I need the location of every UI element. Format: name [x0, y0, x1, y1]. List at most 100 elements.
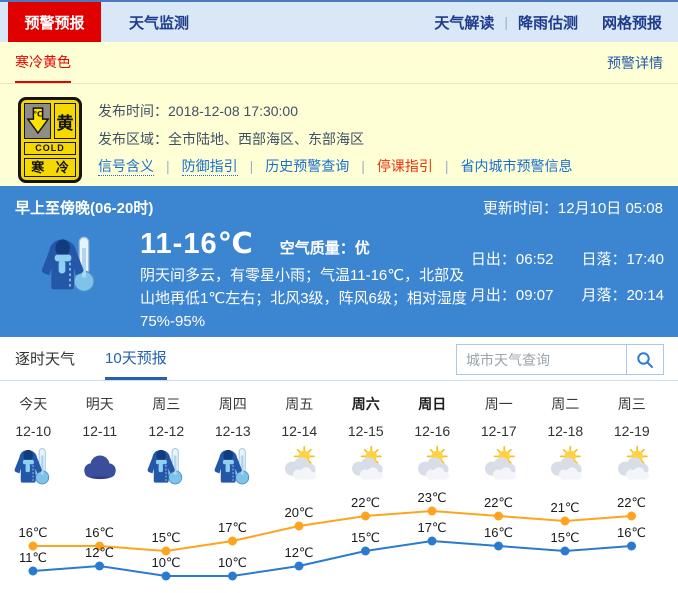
- sun-moon-label: 月出：: [471, 287, 516, 304]
- cold-weather-icon: [0, 445, 67, 489]
- day-date: 12-11: [67, 423, 134, 439]
- forecast-day-column-12-15[interactable]: 周六 12-15: [333, 381, 400, 489]
- day-name: 周五: [266, 394, 333, 414]
- top-nav: 预警预报 天气监测 天气解读 | 降雨估测 网格预报: [0, 0, 678, 42]
- svg-text:15℃: 15℃: [351, 530, 380, 545]
- warning-level-char: 黄: [54, 103, 76, 139]
- alert-link-4[interactable]: 省内城市预警信息: [461, 158, 573, 174]
- alert-detail-link[interactable]: 预警详情: [607, 42, 663, 83]
- sun-moon-value: 09:07: [516, 287, 554, 304]
- tab-weather-monitor[interactable]: 天气监测: [101, 2, 217, 42]
- publish-time-label: 发布时间：: [98, 103, 168, 119]
- day-date: 12-16: [399, 423, 466, 439]
- day-name: 周三: [133, 394, 200, 414]
- svg-text:16℃: 16℃: [617, 525, 646, 540]
- temperature-range: 11-16℃: [140, 226, 254, 261]
- nav-links: 天气解读 | 降雨估测 网格预报: [434, 2, 678, 42]
- day-date: 12-17: [466, 423, 533, 439]
- forecast-tabs-row: 逐时天气 10天预报: [0, 337, 678, 381]
- search-button[interactable]: [626, 345, 663, 374]
- svg-text:15℃: 15℃: [151, 530, 180, 545]
- alert-link-2[interactable]: 历史预警查询: [265, 158, 349, 174]
- forecast-day-column-12-18[interactable]: 周二 12-18: [532, 381, 599, 489]
- warning-cold-label: COLD: [24, 142, 76, 155]
- partly-weather-icon: [599, 445, 666, 489]
- nav-link-0[interactable]: 天气解读: [434, 12, 494, 33]
- current-header: 早上至傍晚(06-20时) 更新时间：12月10日 05:08: [0, 186, 678, 218]
- nav-link-2[interactable]: 网格预报: [602, 12, 662, 33]
- partly-weather-icon: [466, 445, 533, 489]
- air-quality: 空气质量：优: [280, 237, 370, 258]
- publish-time-value: 2018-12-08 17:30:00: [168, 103, 298, 119]
- forecast-day-column-12-13[interactable]: 周四12-13: [200, 381, 267, 489]
- current-weather-panel: 早上至傍晚(06-20时) 更新时间：12月10日 05:08 11-16℃ 空…: [0, 186, 678, 337]
- day-date: 12-13: [200, 423, 267, 439]
- forecast-day-column-12-19[interactable]: 周三12-19: [599, 381, 666, 489]
- current-main: 11-16℃ 空气质量：优 阴天间多云，有零星小雨；气温11-16℃，北部及山地…: [140, 224, 471, 333]
- day-date: 12-10: [0, 423, 67, 439]
- cold-weather-icon: [133, 445, 200, 489]
- forecast-day-column-12-11[interactable]: 明天12-11: [67, 381, 134, 489]
- day-date: 12-15: [333, 423, 400, 439]
- svg-text:22℃: 22℃: [351, 495, 380, 510]
- sun-moon-item-0: 日出：06:52: [471, 248, 554, 269]
- current-content: 11-16℃ 空气质量：优 阴天间多云，有零星小雨；气温11-16℃，北部及山地…: [0, 218, 678, 333]
- city-search-box: [456, 344, 664, 375]
- alert-link-separator: |: [166, 158, 170, 174]
- publish-area-row: 发布区域：全市陆地、西部海区、东部海区: [98, 125, 573, 153]
- day-name: 周日: [399, 394, 466, 414]
- cold-coat-weather-icon: [38, 232, 102, 310]
- partly-weather-icon: [333, 445, 400, 489]
- ten-day-forecast: 今天12-10明天12-11周三 12-12周四12-13周五 12-14周六 12-…: [0, 381, 678, 593]
- day-date: 12-18: [532, 423, 599, 439]
- alert-link-3[interactable]: 停课指引: [377, 158, 433, 174]
- svg-text:17℃: 17℃: [218, 520, 247, 535]
- alert-body: ℃ 黄 COLD 寒 冷 发布时间：2018-12-08 17:30:00 发布…: [0, 84, 678, 183]
- warning-name-label: 寒 冷: [24, 158, 76, 177]
- city-search-input[interactable]: [457, 345, 626, 374]
- forecast-day-column-12-17[interactable]: 周一 12-17: [466, 381, 533, 489]
- sun-moon-item-3: 月落：20:14: [581, 284, 664, 305]
- day-name: 周二: [532, 394, 599, 414]
- svg-text:17℃: 17℃: [417, 520, 446, 535]
- day-date: 12-14: [266, 423, 333, 439]
- forecast-day-column-12-10[interactable]: 今天12-10: [0, 381, 67, 489]
- forecast-day-column-12-14[interactable]: 周五 12-14: [266, 381, 333, 489]
- publish-area-value: 全市陆地、西部海区、东部海区: [168, 131, 364, 147]
- nav-separator: |: [504, 14, 508, 30]
- publish-area-label: 发布区域：: [98, 131, 168, 147]
- tab-ten-day-forecast[interactable]: 10天预报: [105, 337, 167, 380]
- update-time: 更新时间：12月10日 05:08: [483, 197, 663, 218]
- alert-links-row: 信号含义|防御指引|历史预警查询|停课指引|省内城市预警信息: [98, 156, 573, 176]
- sun-moon-label: 日出：: [471, 251, 516, 268]
- sun-moon-item-2: 月出：09:07: [471, 284, 554, 305]
- sun-moon-label: 日落：: [581, 251, 626, 268]
- svg-text:15℃: 15℃: [550, 530, 579, 545]
- day-name: 周一: [466, 394, 533, 414]
- svg-text:16℃: 16℃: [484, 525, 513, 540]
- partly-weather-icon: [266, 445, 333, 489]
- day-date: 12-12: [133, 423, 200, 439]
- nav-link-1[interactable]: 降雨估测: [518, 12, 578, 33]
- alert-title-cold-yellow[interactable]: 寒冷黄色: [15, 42, 71, 83]
- svg-text:16℃: 16℃: [85, 525, 114, 540]
- tab-hourly-weather[interactable]: 逐时天气: [15, 337, 75, 380]
- svg-text:20℃: 20℃: [284, 505, 313, 520]
- alert-link-separator: |: [445, 158, 449, 174]
- day-name: 周六: [333, 394, 400, 414]
- forecast-period-label: 早上至傍晚(06-20时): [15, 197, 153, 218]
- svg-text:11℃: 11℃: [19, 550, 47, 565]
- tab-warning-forecast[interactable]: 预警预报: [8, 2, 101, 42]
- svg-text:16℃: 16℃: [18, 525, 47, 540]
- alert-link-separator: |: [250, 158, 254, 174]
- cold-yellow-warning-sign-icon: ℃ 黄 COLD 寒 冷: [18, 97, 82, 183]
- svg-text:10℃: 10℃: [151, 555, 180, 570]
- alert-link-1[interactable]: 防御指引: [182, 158, 238, 176]
- weather-page: 预警预报 天气监测 天气解读 | 降雨估测 网格预报 寒冷黄色 预警详情 ℃ 黄: [0, 0, 678, 593]
- publish-time-row: 发布时间：2018-12-08 17:30:00: [98, 97, 573, 125]
- forecast-day-column-12-16[interactable]: 周日 12-16: [399, 381, 466, 489]
- alert-link-0[interactable]: 信号含义: [98, 158, 154, 176]
- svg-text:℃: ℃: [33, 109, 42, 118]
- svg-text:21℃: 21℃: [550, 500, 579, 515]
- forecast-day-column-12-12[interactable]: 周三 12-12: [133, 381, 200, 489]
